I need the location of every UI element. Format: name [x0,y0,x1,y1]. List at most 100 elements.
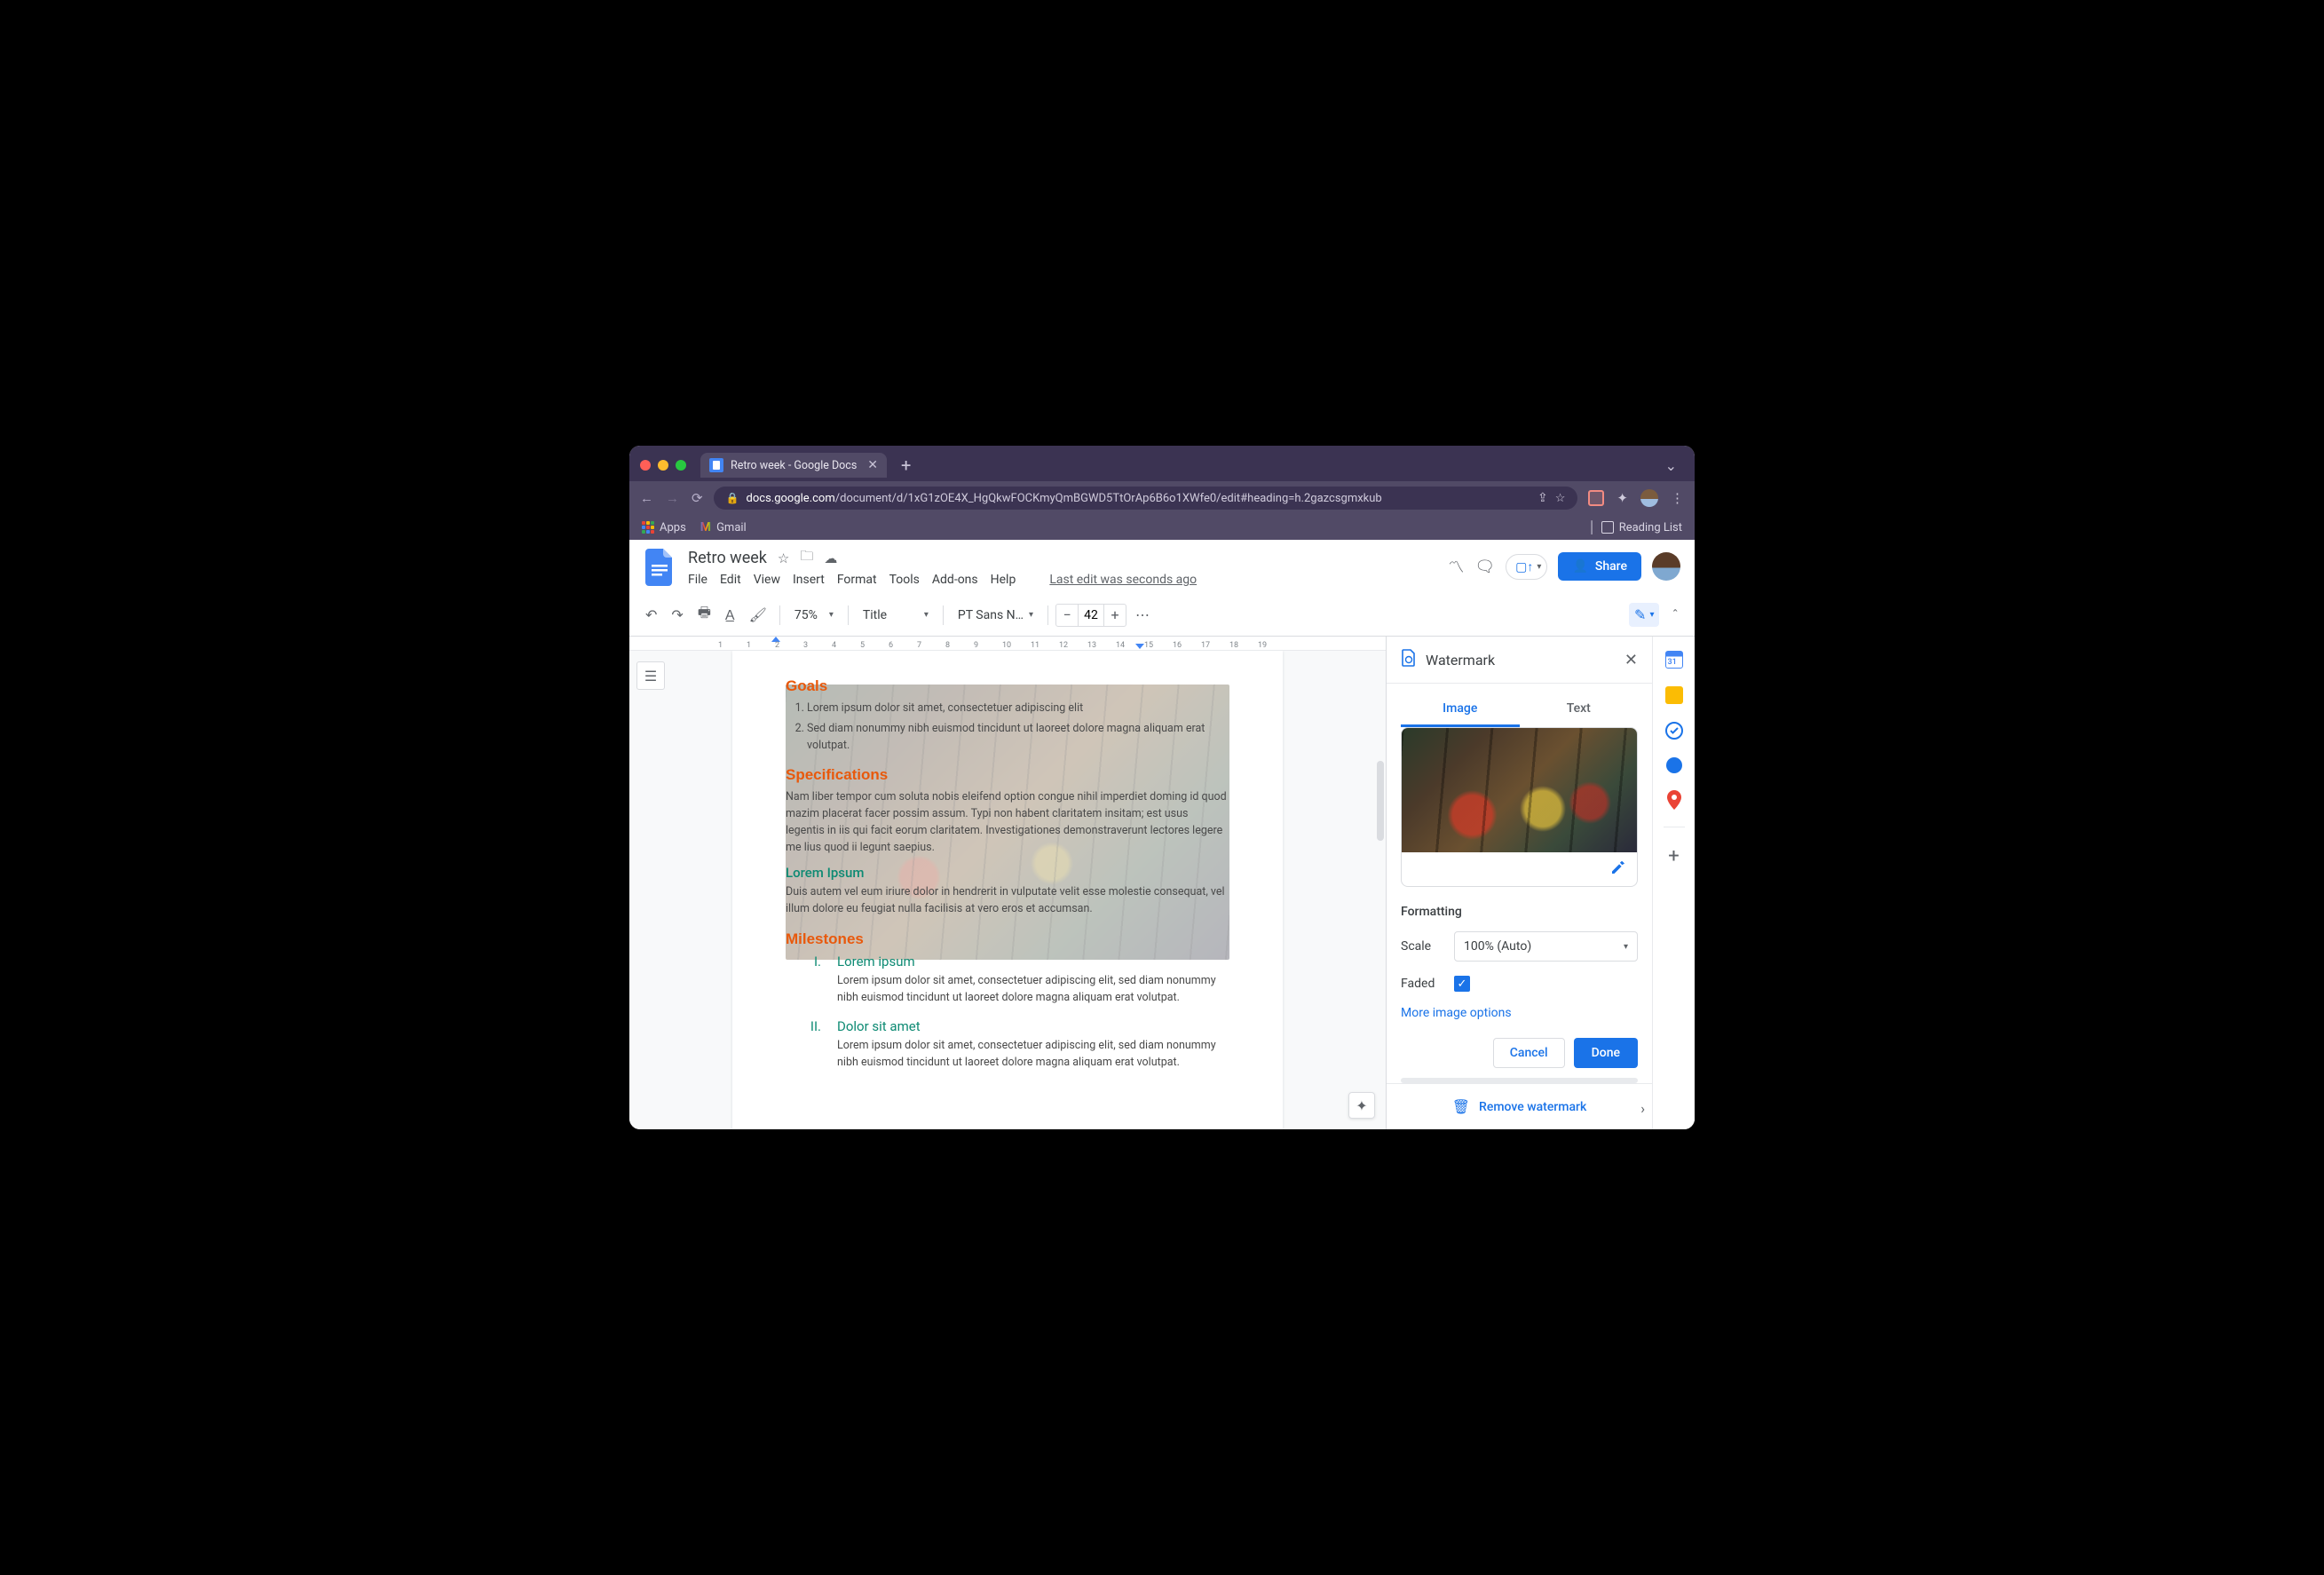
heading-milestones[interactable]: Milestones [786,930,1229,948]
scale-select[interactable]: 100% (Auto) ▾ [1454,931,1638,962]
share-url-icon[interactable]: ⇪ [1537,491,1548,505]
comments-icon[interactable]: 🗨 [1474,558,1495,576]
heading-lorem[interactable]: Lorem Ipsum [786,865,1229,881]
remove-watermark-button[interactable]: 🗑 Remove watermark [1387,1083,1652,1129]
spellcheck-button[interactable]: A̲ [720,603,740,628]
present-button[interactable]: ▢↑ ▾ [1506,554,1547,580]
ruler-right-indent-icon[interactable] [1135,644,1144,649]
extension-icon[interactable] [1588,490,1604,506]
font-size-input[interactable] [1078,605,1104,626]
menu-addons[interactable]: Add-ons [932,573,978,587]
specs-paragraph[interactable]: Nam liber tempor cum soluta nobis eleife… [786,789,1229,856]
style-select[interactable]: Title▾ [856,605,936,626]
done-button[interactable]: Done [1574,1038,1638,1068]
apps-bookmark[interactable]: Apps [642,521,686,534]
gmail-icon: M [700,520,711,534]
chrome-menu-icon[interactable]: ⋮ [1671,490,1684,506]
heading-goals[interactable]: Goals [786,677,1229,695]
edit-image-button[interactable] [1610,859,1626,875]
menu-file[interactable]: File [688,573,707,587]
more-image-options-link[interactable]: More image options [1401,1006,1638,1020]
collapse-toolbar-button[interactable]: ˆ [1666,603,1684,627]
font-size-decrease[interactable]: − [1056,605,1078,626]
back-icon[interactable]: ← [640,490,653,506]
menu-edit[interactable]: Edit [720,573,741,587]
address-bar[interactable]: 🔒 docs.google.com/document/d/1xG1zOE4X_H… [714,487,1578,510]
lorem-paragraph[interactable]: Duis autem vel eum iriure dolor in hendr… [786,884,1229,918]
list-item[interactable]: Sed diam nonummy nibh euismod tincidunt … [807,721,1229,755]
undo-button[interactable]: ↶ [640,603,662,627]
list-item[interactable]: Lorem ipsum dolor sit amet, consectetuer… [807,700,1229,717]
lock-icon[interactable]: 🔒 [726,492,739,504]
zoom-select[interactable]: 75%▾ [787,605,841,626]
cancel-button[interactable]: Cancel [1493,1038,1565,1068]
tab-text[interactable]: Text [1520,694,1639,727]
explore-button[interactable]: ✦ [1348,1092,1375,1119]
menu-insert[interactable]: Insert [793,573,825,587]
reading-list-button[interactable]: │ Reading List [1589,520,1682,534]
canvas-scroll[interactable]: Goals Lorem ipsum dolor sit amet, consec… [629,651,1386,1129]
new-tab-button[interactable]: + [894,455,918,476]
watermark-panel: Watermark ✕ Image Text Formatting [1386,637,1652,1129]
add-addon-button[interactable]: + [1668,845,1679,867]
menubar: File Edit View Insert Format Tools Add-o… [688,571,1197,594]
forward-icon[interactable]: → [666,490,679,506]
close-panel-button[interactable]: ✕ [1624,651,1638,669]
goals-list[interactable]: Lorem ipsum dolor sit amet, consectetuer… [786,700,1229,754]
editing-mode-button[interactable]: ✎ ▾ [1629,603,1659,627]
paint-format-button[interactable]: 🖌 [744,603,772,627]
maps-icon[interactable] [1665,791,1683,809]
docs-title-section: Retro week ☆ 🗀 ☁ File Edit View Insert F… [688,547,1197,594]
gmail-bookmark[interactable]: M Gmail [700,520,747,534]
close-window-icon[interactable] [640,460,651,471]
milestone-item[interactable]: I. Lorem ipsum Lorem ipsum dolor sit ame… [803,954,1229,1007]
chevron-down-icon: ▾ [1624,942,1628,952]
bookmark-icon[interactable]: ☆ [1555,492,1566,505]
maximize-window-icon[interactable] [676,460,686,471]
keep-icon[interactable] [1665,686,1683,704]
menu-format[interactable]: Format [837,573,877,587]
font-select[interactable]: PT Sans N…▾ [951,605,1040,626]
side-panel-collapse-icon[interactable]: › [1640,1100,1645,1117]
extensions-puzzle-icon[interactable]: ✦ [1617,490,1628,506]
redo-button[interactable]: ↷ [666,603,688,627]
tab-image[interactable]: Image [1401,694,1520,727]
menu-view[interactable]: View [754,573,780,587]
reload-icon[interactable]: ⟳ [692,490,703,506]
outline-toggle-button[interactable]: ☰ [636,661,665,690]
share-button[interactable]: 👤 Share [1558,552,1641,581]
cloud-status-icon[interactable]: ☁ [824,550,837,566]
milestone-item[interactable]: II. Dolor sit amet Lorem ipsum dolor sit… [803,1018,1229,1072]
ruler-tick: 12 [1059,641,1068,650]
activity-icon[interactable]: 〽 [1448,555,1464,578]
document-title[interactable]: Retro week [688,549,767,567]
last-edit-link[interactable]: Last edit was seconds ago [1049,573,1197,587]
docs-logo-icon[interactable] [644,547,676,586]
menu-help[interactable]: Help [991,573,1016,587]
star-icon[interactable]: ☆ [778,550,789,566]
heading-specifications[interactable]: Specifications [786,766,1229,784]
menu-tools[interactable]: Tools [889,573,920,587]
calendar-icon[interactable] [1665,651,1683,669]
font-size-increase[interactable]: + [1104,605,1126,626]
print-button[interactable]: 🖶 [692,599,716,630]
ruler-tick: 4 [832,641,836,650]
faded-checkbox[interactable]: ✓ [1454,976,1470,992]
vertical-scrollbar[interactable] [1375,672,1386,850]
more-tools-button[interactable]: ⋯ [1130,603,1155,627]
ruler[interactable]: 112345678910111213141516171819 [629,637,1386,651]
profile-avatar-icon[interactable] [1640,489,1658,507]
ruler-tick: 11 [1031,641,1039,650]
move-icon[interactable]: 🗀 [800,547,813,569]
browser-tab[interactable]: Retro week - Google Docs ✕ [700,453,887,478]
contacts-icon[interactable] [1666,757,1682,773]
user-avatar[interactable] [1652,552,1680,581]
tasks-icon[interactable] [1665,722,1683,740]
chrome-top: Retro week - Google Docs ✕ + ⌄ ← → ⟳ 🔒 d… [629,446,1695,540]
minimize-window-icon[interactable] [658,460,668,471]
document-page[interactable]: Goals Lorem ipsum dolor sit amet, consec… [732,651,1283,1129]
ruler-tick: 3 [803,641,808,650]
ruler-tick: 16 [1173,641,1182,650]
tab-close-icon[interactable]: ✕ [867,458,878,472]
tabs-menu-button[interactable]: ⌄ [1665,457,1684,474]
